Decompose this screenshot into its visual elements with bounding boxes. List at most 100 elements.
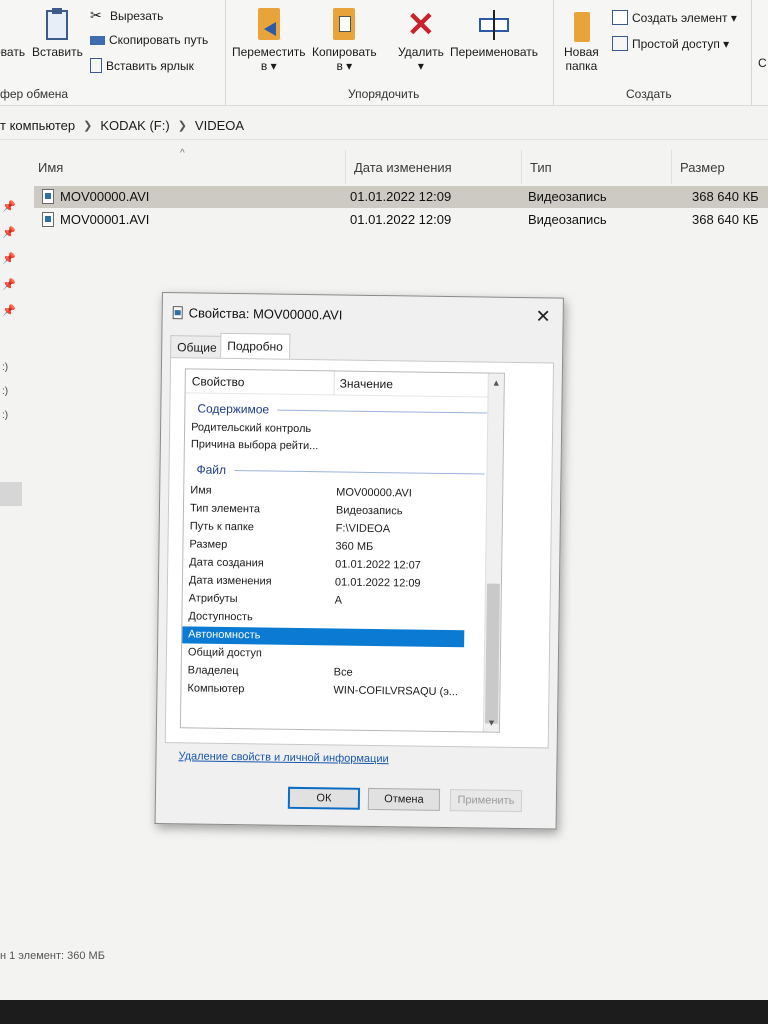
tab-details[interactable]: Подробно — [220, 332, 290, 359]
file-size: 368 640 КБ — [692, 189, 759, 204]
paste-button[interactable]: Вставить — [32, 8, 83, 59]
property-row[interactable]: Причина выбора рейти... — [185, 436, 467, 457]
pin-icon[interactable]: 📌 — [2, 304, 16, 318]
new-folder-button[interactable]: Новая папка — [564, 8, 599, 73]
column-date-label: Дата изменения — [354, 159, 452, 175]
delete-sub: ▾ — [417, 59, 424, 73]
easy-access-button[interactable]: Простой доступ ▾ — [612, 36, 729, 51]
paste-shortcut-label: Вставить ярлык — [106, 58, 194, 73]
scroll-up-icon[interactable]: ▲ — [492, 378, 501, 388]
clipboard-group-label: фер обмена — [0, 87, 69, 101]
breadcrumb-computer[interactable]: т компьютер — [0, 118, 75, 133]
rename-button[interactable]: Переименовать — [450, 8, 538, 59]
file-date: 01.01.2022 12:09 — [350, 189, 452, 204]
move-to-label: Переместить — [232, 45, 306, 59]
organize-group: Переместить в ▾ Копировать в ▾ ✕ Удалить… — [226, 0, 554, 106]
property-name: Доступность — [188, 610, 253, 624]
easy-access-label: Простой доступ ▾ — [632, 36, 730, 51]
folder-icon — [566, 8, 596, 42]
property-row[interactable]: Компьютер WIN-COFILVRSAQU (э... — [181, 680, 463, 701]
property-name: Причина выбора рейти... — [190, 438, 319, 453]
property-value: 01.01.2022 12:09 — [334, 576, 421, 590]
drive-item[interactable]: :) — [2, 386, 16, 400]
drive-item[interactable]: :) — [2, 362, 16, 376]
paste-shortcut-button[interactable]: Вставить ярлык — [90, 58, 194, 73]
file-row[interactable]: MOV00001.AVI 01.01.2022 12:09 Видеозапис… — [34, 209, 768, 231]
header-value[interactable]: Значение — [340, 376, 393, 391]
cancel-button[interactable]: Отмена — [367, 787, 441, 811]
file-date: 01.01.2022 12:09 — [350, 212, 452, 227]
group-file: Файл — [196, 463, 485, 481]
property-name: Общий доступ — [187, 646, 262, 660]
pin-icon[interactable]: 📌 — [2, 252, 16, 266]
move-icon — [254, 8, 284, 42]
copy-label: овать — [0, 45, 26, 59]
scrollbar-thumb[interactable] — [485, 583, 500, 724]
open-label: С — [758, 56, 767, 70]
drive-item[interactable]: :) — [2, 410, 16, 424]
video-file-icon — [42, 189, 54, 204]
close-icon[interactable]: ✕ — [535, 306, 550, 327]
property-value: A — [334, 594, 343, 607]
pin-icon[interactable]: 📌 — [2, 278, 16, 292]
sort-up-icon: ^ — [180, 148, 185, 159]
column-type[interactable]: Тип — [522, 150, 672, 184]
property-name: Имя — [190, 484, 212, 497]
clipboard-icon — [42, 8, 72, 42]
file-name: MOV00000.AVI — [60, 189, 150, 204]
property-name: Автономность — [188, 628, 261, 642]
move-to-sub: в ▾ — [260, 59, 277, 73]
path-icon — [90, 35, 105, 45]
property-list[interactable]: Свойство Значение Содержимое Родительски… — [179, 368, 505, 733]
column-size[interactable]: Размер — [672, 150, 768, 184]
new-folder-label-2: папка — [565, 59, 598, 73]
cut-button[interactable]: ✂ Вырезать — [90, 8, 163, 23]
property-name: Атрибуты — [188, 592, 238, 606]
copy-to-button[interactable]: Копировать в ▾ — [312, 8, 377, 73]
scissors-icon: ✂ — [90, 7, 102, 23]
property-value: WIN-COFILVRSAQU (э... — [333, 684, 459, 699]
pin-icon[interactable]: 📌 — [2, 226, 16, 240]
group-content: Содержимое — [197, 402, 488, 420]
move-to-button[interactable]: Переместить в ▾ — [232, 8, 306, 73]
copy-icon — [0, 8, 15, 42]
tab-general[interactable]: Общие — [170, 335, 224, 358]
breadcrumb-drive[interactable]: KODAK (F:) — [100, 118, 169, 133]
breadcrumb-folder[interactable]: VIDEOA — [195, 118, 244, 133]
new-item-button[interactable]: Создать элемент ▾ — [612, 10, 737, 25]
address-bar[interactable]: т компьютер ❯ KODAK (F:) ❯ VIDEOA — [0, 112, 768, 140]
delete-button[interactable]: ✕ Удалить ▾ — [398, 8, 444, 73]
pin-icon[interactable]: 📌 — [2, 200, 16, 214]
monitor-bezel — [0, 1000, 768, 1024]
property-name: Родительский контроль — [191, 421, 312, 436]
scroll-down-icon[interactable]: ▼ — [487, 718, 496, 728]
rename-icon — [478, 8, 509, 42]
nav-selected-item[interactable] — [0, 482, 22, 506]
copy-to-sub: в ▾ — [336, 59, 353, 73]
column-date[interactable]: Дата изменения — [346, 150, 522, 184]
cut-label: Вырезать — [110, 8, 164, 23]
properties-dialog: Свойства: MOV00000.AVI ✕ Общие Подробно … — [154, 292, 564, 830]
header-property[interactable]: Свойство — [192, 374, 245, 389]
ok-button[interactable]: ОК — [287, 786, 361, 810]
apply-button[interactable]: Применить — [449, 789, 523, 813]
copy-path-button[interactable]: Скопировать путь — [90, 33, 208, 47]
dialog-title-bar: Свойства: MOV00000.AVI — [172, 305, 342, 323]
file-icon — [172, 306, 183, 320]
copy-to-icon — [329, 8, 359, 42]
navigation-pane: 📌 📌 📌 📌 📌 :) :) :) — [0, 140, 24, 960]
scrollbar[interactable]: ▲ ▼ — [482, 373, 504, 732]
breadcrumb-separator-icon: ❯ — [83, 120, 93, 132]
remove-properties-link[interactable]: Удаление свойств и личной информации — [178, 750, 388, 765]
property-name: Путь к папке — [189, 520, 254, 534]
create-group: Новая папка Создать элемент ▾ Простой до… — [554, 0, 752, 106]
file-row[interactable]: MOV00000.AVI 01.01.2022 12:09 Видеозапис… — [34, 186, 768, 208]
copy-button[interactable]: овать — [0, 8, 25, 59]
property-name: Дата изменения — [188, 574, 272, 588]
paste-label: Вставить — [32, 45, 83, 59]
file-size: 368 640 КБ — [692, 212, 759, 227]
column-name-label: Имя — [38, 159, 64, 175]
open-button[interactable]: С — [758, 56, 767, 70]
shortcut-icon — [90, 58, 102, 73]
column-name[interactable]: Имя ^ — [30, 148, 346, 184]
